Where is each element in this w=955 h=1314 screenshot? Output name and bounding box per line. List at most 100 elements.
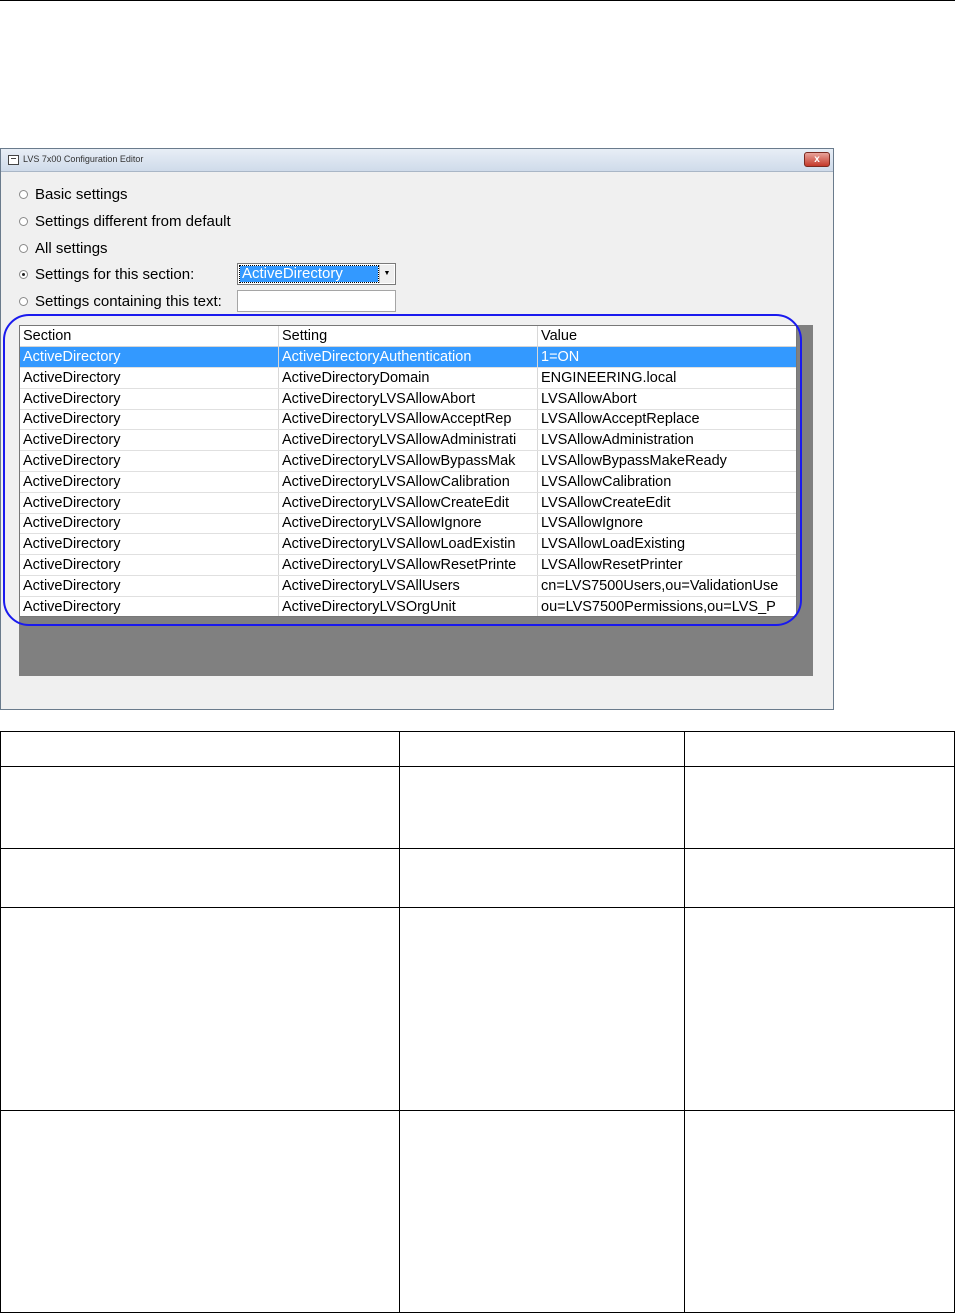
table-cell xyxy=(0,731,400,767)
table-cell xyxy=(684,848,955,908)
grid-cell-value[interactable]: LVSAllowAcceptReplace xyxy=(538,409,796,429)
radio-label: Basic settings xyxy=(35,185,128,203)
grid-cell-section[interactable]: ActiveDirectory xyxy=(20,451,279,471)
grid-row[interactable]: ActiveDirectory ActiveDirectoryLVSAllowCa… xyxy=(20,471,796,493)
grid-cell-setting[interactable]: ActiveDirectoryLVSAllowAbort xyxy=(279,388,538,409)
column-header-setting[interactable]: Setting xyxy=(279,326,538,346)
radio-circle-icon xyxy=(19,296,28,306)
grid-row[interactable]: ActiveDirectory ActiveDirectoryLVSAllowLo… xyxy=(20,534,796,556)
grid-row[interactable]: ActiveDirectory ActiveDirectoryAuthentica… xyxy=(20,347,796,368)
radio-settings-containing-text[interactable]: Settings containing this text: xyxy=(19,291,222,311)
table-cell xyxy=(0,766,400,849)
grid-row[interactable]: ActiveDirectory ActiveDirectoryLVSAllowAc… xyxy=(20,409,796,431)
config-editor-window: LVS 7x00 Configuration Editor x Basic se… xyxy=(0,148,834,710)
radio-basic-settings[interactable]: Basic settings xyxy=(19,184,128,204)
grid-cell-section[interactable]: ActiveDirectory xyxy=(20,409,279,430)
grid-cell-section[interactable]: ActiveDirectory xyxy=(20,430,279,451)
section-select[interactable]: ActiveDirectory ▼ xyxy=(237,263,396,285)
grid-cell-value[interactable]: 1=ON xyxy=(538,347,796,367)
radio-circle-icon xyxy=(19,216,28,226)
grid-cell-setting[interactable]: ActiveDirectoryLVSAllowBypassMak xyxy=(279,451,538,471)
grid-header-row: Section Setting Value xyxy=(20,326,796,347)
table-row xyxy=(0,731,955,767)
table-cell xyxy=(684,907,955,1111)
radio-label: Settings for this section: xyxy=(35,265,195,283)
grid-cell-section[interactable]: ActiveDirectory xyxy=(20,347,279,367)
grid-cell-value[interactable]: ENGINEERING.local xyxy=(538,368,796,388)
radio-label: Settings containing this text: xyxy=(35,292,222,310)
grid-cell-value[interactable]: LVSAllowAbort xyxy=(538,389,796,409)
grid-row[interactable]: ActiveDirectory ActiveDirectoryLVSOrgUnit… xyxy=(20,596,796,616)
grid-row[interactable]: ActiveDirectory ActiveDirectoryLVSAllowCr… xyxy=(20,492,796,514)
window-title: LVS 7x00 Configuration Editor xyxy=(23,154,144,164)
table-cell xyxy=(398,731,686,767)
settings-grid-area: Section Setting Value ActiveDirectory Act… xyxy=(19,325,813,676)
grid-cell-section[interactable]: ActiveDirectory xyxy=(20,492,279,513)
table-cell xyxy=(684,766,955,849)
grid-cell-setting[interactable]: ActiveDirectoryAuthentication xyxy=(279,347,538,367)
grid-cell-value[interactable]: LVSAllowIgnore xyxy=(538,513,796,533)
radio-label: Settings different from default xyxy=(35,212,231,230)
grid-cell-setting[interactable]: ActiveDirectoryLVSAllUsers xyxy=(279,575,538,596)
grid-cell-section[interactable]: ActiveDirectory xyxy=(20,596,279,616)
table-row xyxy=(0,907,955,1111)
grid-row[interactable]: ActiveDirectory ActiveDirectoryLVSAllowAb… xyxy=(20,388,796,410)
column-header-section[interactable]: Section xyxy=(20,326,279,346)
dropdown-arrow-icon[interactable]: ▼ xyxy=(379,265,394,283)
grid-cell-section[interactable]: ActiveDirectory xyxy=(20,575,279,596)
settings-grid[interactable]: Section Setting Value ActiveDirectory Act… xyxy=(19,325,797,617)
radio-circle-icon xyxy=(19,189,28,199)
grid-cell-section[interactable]: ActiveDirectory xyxy=(20,388,279,409)
grid-cell-value[interactable]: LVSAllowLoadExisting xyxy=(538,534,796,554)
grid-cell-setting[interactable]: ActiveDirectoryLVSAllowLoadExistin xyxy=(279,534,538,555)
grid-cell-value[interactable]: LVSAllowResetPrinter xyxy=(538,555,796,575)
grid-cell-section[interactable]: ActiveDirectory xyxy=(20,471,279,492)
grid-cell-value[interactable]: LVSAllowCreateEdit xyxy=(538,493,796,513)
grid-cell-value[interactable]: ou=LVS7500Permissions,ou=LVS_P xyxy=(538,597,796,616)
table-cell xyxy=(398,1110,686,1313)
close-button[interactable]: x xyxy=(804,152,830,167)
grid-cell-setting[interactable]: ActiveDirectoryLVSAllowAcceptRep xyxy=(279,409,538,430)
grid-cell-section[interactable]: ActiveDirectory xyxy=(20,513,279,534)
grid-cell-value[interactable]: cn=LVS7500Users,ou=ValidationUse xyxy=(538,576,796,596)
grid-cell-setting[interactable]: ActiveDirectoryDomain xyxy=(279,367,538,388)
table-row xyxy=(0,1110,955,1313)
radio-settings-for-section[interactable]: Settings for this section: xyxy=(19,264,194,284)
grid-cell-setting[interactable]: ActiveDirectoryLVSAllowResetPrinte xyxy=(279,555,538,575)
document-table xyxy=(0,731,955,1313)
column-header-value[interactable]: Value xyxy=(538,326,796,346)
page-top-rule xyxy=(0,0,955,1)
grid-row[interactable]: ActiveDirectory ActiveDirectoryLVSAllUser… xyxy=(20,575,796,597)
grid-cell-value[interactable]: LVSAllowAdministration xyxy=(538,430,796,450)
grid-cell-value[interactable]: LVSAllowBypassMakeReady xyxy=(538,451,796,471)
table-cell xyxy=(398,766,686,849)
title-bar[interactable]: LVS 7x00 Configuration Editor x xyxy=(1,149,833,172)
table-row xyxy=(0,848,955,908)
grid-row[interactable]: ActiveDirectory ActiveDirectoryLVSAllowIg… xyxy=(20,513,796,535)
grid-cell-setting[interactable]: ActiveDirectoryLVSAllowCreateEdit xyxy=(279,492,538,513)
grid-cell-value[interactable]: LVSAllowCalibration xyxy=(538,472,796,492)
radio-circle-checked-icon xyxy=(19,269,28,279)
section-select-value: ActiveDirectory xyxy=(239,265,379,283)
grid-cell-section[interactable]: ActiveDirectory xyxy=(20,367,279,388)
radio-all-settings[interactable]: All settings xyxy=(19,238,108,258)
radio-label: All settings xyxy=(35,239,108,257)
app-window-icon xyxy=(8,155,19,165)
table-row xyxy=(0,766,955,849)
grid-cell-setting[interactable]: ActiveDirectoryLVSOrgUnit xyxy=(279,596,538,616)
grid-cell-setting[interactable]: ActiveDirectoryLVSAllowCalibration xyxy=(279,471,538,492)
grid-row[interactable]: ActiveDirectory ActiveDirectoryDomain ENGI… xyxy=(20,367,796,389)
table-cell xyxy=(0,907,400,1111)
grid-row[interactable]: ActiveDirectory ActiveDirectoryLVSAllowAd… xyxy=(20,430,796,452)
grid-cell-setting[interactable]: ActiveDirectoryLVSAllowIgnore xyxy=(279,513,538,534)
table-cell xyxy=(398,848,686,908)
grid-row[interactable]: ActiveDirectory ActiveDirectoryLVSAllowRe… xyxy=(20,555,796,576)
search-text-input[interactable] xyxy=(237,290,396,312)
grid-cell-section[interactable]: ActiveDirectory xyxy=(20,534,279,555)
table-cell xyxy=(684,731,955,767)
grid-cell-setting[interactable]: ActiveDirectoryLVSAllowAdministrati xyxy=(279,430,538,451)
grid-cell-section[interactable]: ActiveDirectory xyxy=(20,555,279,575)
grid-row[interactable]: ActiveDirectory ActiveDirectoryLVSAllowBy… xyxy=(20,451,796,472)
radio-different-from-default[interactable]: Settings different from default xyxy=(19,211,231,231)
table-cell xyxy=(684,1110,955,1313)
